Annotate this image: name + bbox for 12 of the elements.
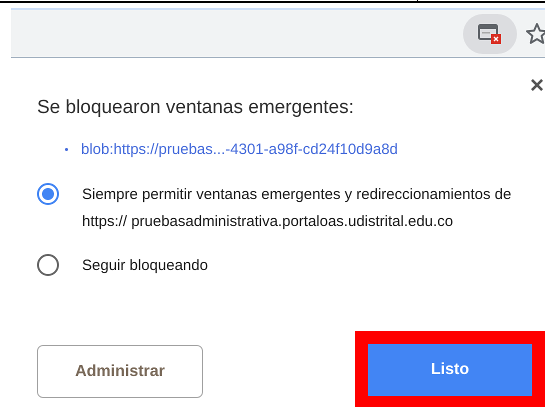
radio-button[interactable] <box>37 254 59 276</box>
popup-blocked-icon[interactable] <box>463 14 517 54</box>
radio-button[interactable] <box>37 183 59 205</box>
manage-button[interactable]: Administrar <box>37 345 203 398</box>
option-label: Seguir bloqueando <box>82 256 209 276</box>
done-button[interactable]: Listo <box>368 344 532 396</box>
option-label: Siempre permitir ventanas emergentes y redireccionamientos de https:// pruebasadministrativa.portaloas.udistrital.edu.co <box>82 185 512 232</box>
bullet-icon <box>65 148 68 152</box>
blocked-popup-link[interactable]: blob:https://pruebas...-4301-a98f-cd24f10d9a8d <box>81 138 398 161</box>
bookmark-star-icon[interactable] <box>525 22 545 46</box>
dialog-title: Se bloquearon ventanas emergentes: <box>37 96 355 120</box>
close-button[interactable]: × <box>530 74 544 98</box>
